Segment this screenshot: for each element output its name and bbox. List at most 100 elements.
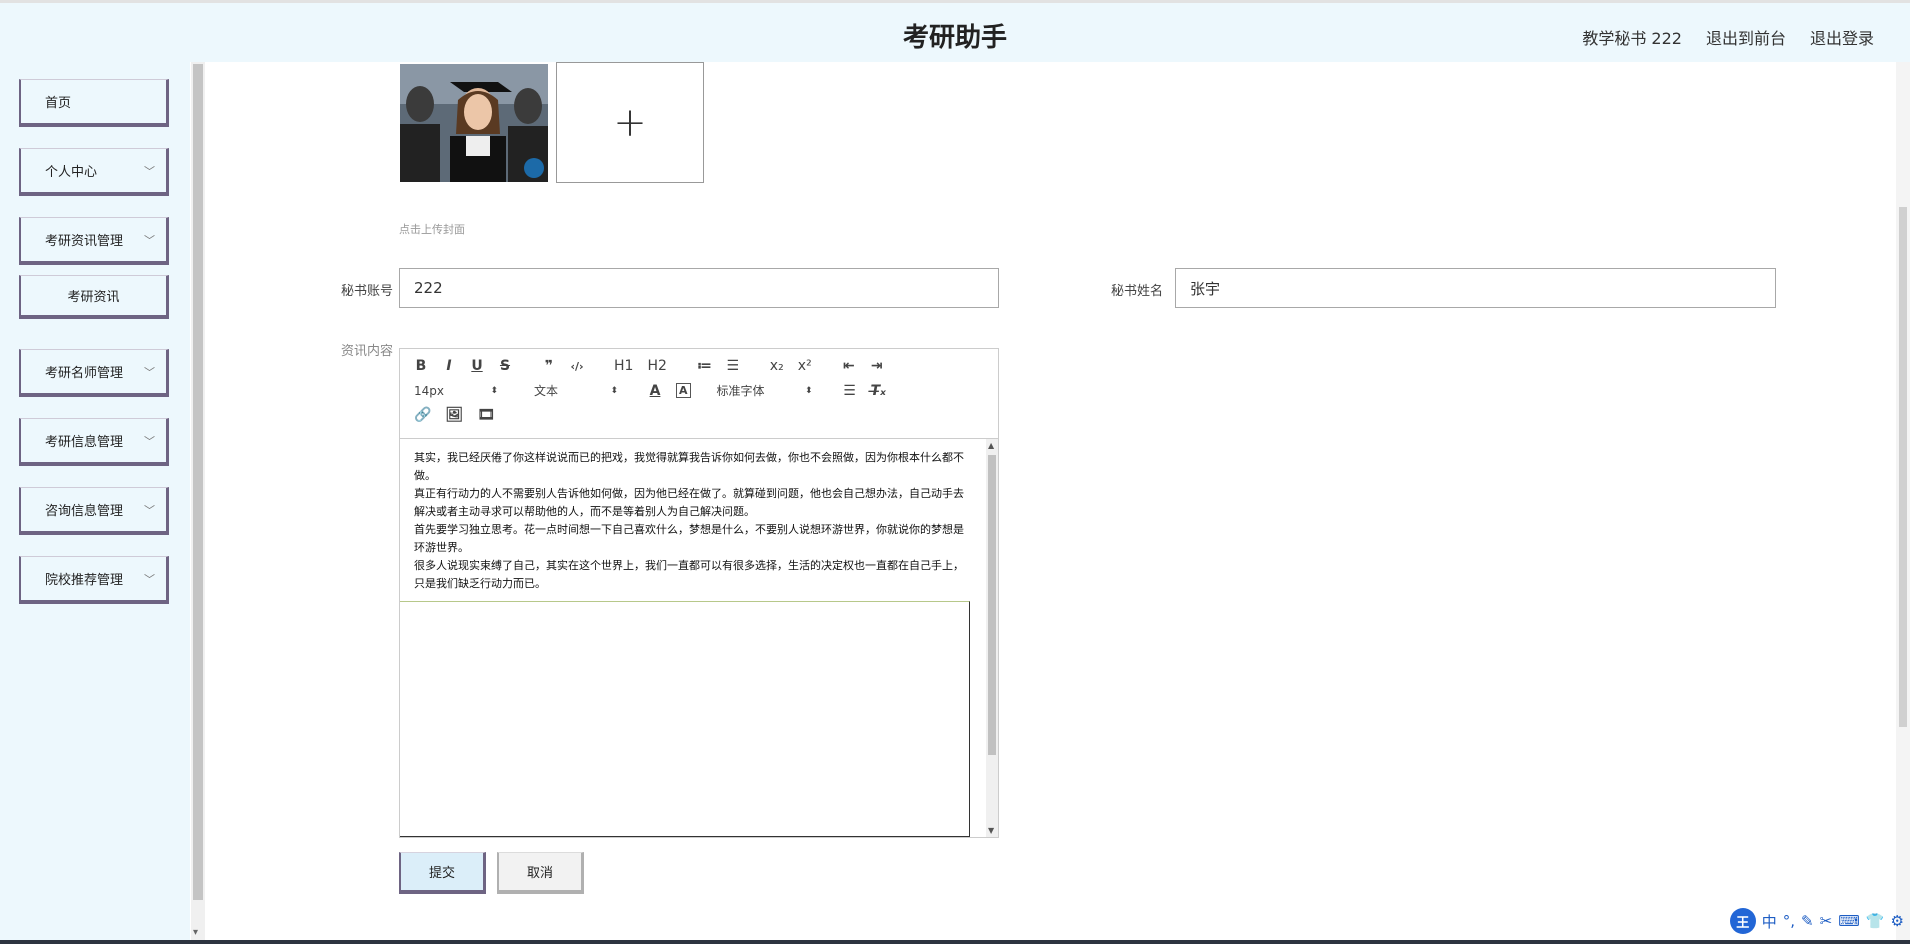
os-taskbar xyxy=(0,940,1910,944)
ime-screenshot-icon[interactable]: ✂ xyxy=(1820,912,1833,930)
bold-icon[interactable]: B xyxy=(414,358,428,374)
exit-to-front-link[interactable]: 退出到前台 xyxy=(1706,25,1786,49)
video-icon[interactable]: 🎞 xyxy=(477,407,495,423)
sidebar-item-personal-center[interactable]: 个人中心 ﹀ xyxy=(19,148,169,196)
sidebar: 首页 个人中心 ﹀ 考研资讯管理 ﹀ 考研资讯 考研名师管理 ﹀ 考研信息管理 … xyxy=(0,62,205,940)
sidebar-scrollbar-thumb[interactable] xyxy=(193,64,203,900)
indent-icon[interactable]: ⇥ xyxy=(870,358,884,374)
upload-hint: 点击上传封面 xyxy=(399,223,465,236)
account-input[interactable]: 222 xyxy=(399,268,999,308)
scroll-up-arrow-icon[interactable]: ▲ xyxy=(988,441,994,450)
cover-photo-graduate xyxy=(400,64,548,182)
code-block-icon[interactable]: ‹/› xyxy=(570,360,584,373)
chevron-down-icon: ﹀ xyxy=(144,573,155,586)
clear-format-icon[interactable]: T̶ₓ xyxy=(871,383,886,399)
bullet-list-icon[interactable]: ☰ xyxy=(726,358,740,374)
toolbar-row-1: B I U S ❞ ‹/› H1 H2 ≔ ☰ x₂ x² ⇤ ⇥ xyxy=(414,358,898,374)
toolbar-row-3: 🔗 🖼 🎞 xyxy=(414,407,509,423)
content-paragraph: 其实，我已经厌倦了你这样说说而已的把戏，我觉得就算我告诉你如何去做，你也不会照做… xyxy=(414,451,964,482)
sidebar-item-label: 首页 xyxy=(45,96,72,111)
logout-link[interactable]: 退出登录 xyxy=(1810,25,1874,49)
chevron-down-icon: ﹀ xyxy=(144,234,155,247)
sidebar-subitem-news[interactable]: 考研资讯 xyxy=(19,275,169,319)
block-type-value: 文本 xyxy=(534,384,559,398)
ime-punctuation-icon[interactable]: °, xyxy=(1783,912,1795,930)
block-type-select[interactable]: 文本 ⬍ xyxy=(534,382,618,399)
current-user: 教学秘书 222 xyxy=(1582,29,1682,48)
page-scrollbar-thumb[interactable] xyxy=(1899,207,1907,727)
cancel-button[interactable]: 取消 xyxy=(497,852,584,894)
ime-logo-icon[interactable]: 王 xyxy=(1729,908,1756,934)
header-actions: 教学秘书 222 退出到前台 退出登录 xyxy=(1582,25,1874,49)
sidebar-item-school-recommend[interactable]: 院校推荐管理 ﹀ xyxy=(19,556,169,604)
outdent-icon[interactable]: ⇤ xyxy=(842,358,856,374)
subscript-icon[interactable]: x₂ xyxy=(770,358,784,374)
align-icon[interactable]: ☰ xyxy=(843,383,857,399)
submit-button[interactable]: 提交 xyxy=(399,852,486,894)
heading2-icon[interactable]: H2 xyxy=(647,358,666,374)
upload-cover-button[interactable]: + xyxy=(556,62,704,183)
font-color-icon[interactable]: A xyxy=(648,383,662,399)
name-input-value: 张宇 xyxy=(1190,279,1221,298)
font-size-value: 14px xyxy=(414,383,444,398)
editor-toolbar: B I U S ❞ ‹/› H1 H2 ≔ ☰ x₂ x² ⇤ ⇥ 14px ⬍ xyxy=(400,349,998,439)
italic-icon[interactable]: I xyxy=(442,358,456,374)
chevron-down-icon: ﹀ xyxy=(144,435,155,448)
account-label: 秘书账号 xyxy=(340,284,393,299)
ime-mode-toggle[interactable]: 中 xyxy=(1762,911,1777,932)
link-icon[interactable]: 🔗 xyxy=(414,407,431,423)
plus-icon: + xyxy=(613,99,647,146)
heading1-icon[interactable]: H1 xyxy=(614,358,633,374)
image-icon[interactable]: 🖼 xyxy=(445,407,463,423)
select-arrow-icon: ⬍ xyxy=(804,385,813,396)
scroll-down-arrow-icon[interactable]: ▾ xyxy=(193,927,198,938)
name-label: 秘书姓名 xyxy=(1110,284,1163,299)
ordered-list-icon[interactable]: ≔ xyxy=(697,358,712,374)
ime-handwrite-icon[interactable]: ✎ xyxy=(1801,912,1814,930)
name-input[interactable]: 张宇 xyxy=(1175,268,1776,308)
sidebar-item-label: 咨询信息管理 xyxy=(45,504,124,519)
sidebar-item-teacher-management[interactable]: 考研名师管理 ﹀ xyxy=(19,349,169,397)
sidebar-scrollbar[interactable]: ▾ xyxy=(191,62,205,940)
editor-scrollbar-thumb[interactable] xyxy=(988,455,996,755)
content-paragraph: 真正有行动力的人不需要别人告诉他如何做，因为他已经在做了。就算碰到问题，他也会自… xyxy=(414,487,964,518)
ime-settings-icon[interactable]: ⚙ xyxy=(1891,912,1904,930)
scroll-down-arrow-icon[interactable]: ▼ xyxy=(988,826,994,835)
blockquote-icon[interactable]: ❞ xyxy=(542,358,556,374)
sidebar-item-label: 考研资讯管理 xyxy=(45,234,124,249)
font-family-value: 标准字体 xyxy=(716,384,765,398)
sidebar-item-consult-management[interactable]: 咨询信息管理 ﹀ xyxy=(19,487,169,535)
chevron-down-icon: ﹀ xyxy=(144,165,155,178)
embedded-image-frame xyxy=(400,601,970,837)
content-paragraph: 首先要学习独立思考。花一点时间想一下自己喜欢什么，梦想是什么，不要别人说想环游世… xyxy=(414,523,964,554)
font-size-select[interactable]: 14px ⬍ xyxy=(414,384,498,398)
underline-icon[interactable]: U xyxy=(470,358,484,374)
content-paragraph: 很多人说现实束缚了自己，其实在这个世界上，我们一直都可以有很多选择，生活的决定权… xyxy=(414,559,964,590)
superscript-icon[interactable]: x² xyxy=(798,358,812,374)
editor-content[interactable]: 其实，我已经厌倦了你这样说说而已的把戏，我觉得就算我告诉你如何去做，你也不会照做… xyxy=(400,439,986,837)
font-family-select[interactable]: 标准字体 ⬍ xyxy=(717,382,813,399)
sidebar-item-label: 考研资讯 xyxy=(67,290,120,305)
strikethrough-icon[interactable]: S xyxy=(498,358,512,374)
main-content: 封面 + 点击上传封面 秘书账号 222 秘书姓名 张宇 资讯内容 xyxy=(205,62,1910,940)
sidebar-item-home[interactable]: 首页 xyxy=(19,79,169,127)
rich-text-editor: B I U S ❞ ‹/› H1 H2 ≔ ☰ x₂ x² ⇤ ⇥ 14px ⬍ xyxy=(399,348,999,838)
top-header: 考研助手 教学秘书 222 退出到前台 退出登录 xyxy=(0,0,1910,62)
select-arrow-icon: ⬍ xyxy=(610,385,618,396)
account-input-value: 222 xyxy=(414,279,443,297)
ime-toolbar: 王 中 °, ✎ ✂ ⌨ 👕 ⚙ xyxy=(1724,907,1910,935)
content-label: 资讯内容 xyxy=(340,344,393,359)
sidebar-item-info-management[interactable]: 考研信息管理 ﹀ xyxy=(19,418,169,466)
ime-skin-icon[interactable]: 👕 xyxy=(1866,912,1885,930)
sidebar-item-label: 院校推荐管理 xyxy=(45,573,124,588)
ime-keyboard-icon[interactable]: ⌨ xyxy=(1838,912,1860,930)
background-color-icon[interactable]: A xyxy=(676,383,691,398)
chevron-down-icon: ﹀ xyxy=(144,504,155,517)
sidebar-item-news-management[interactable]: 考研资讯管理 ﹀ xyxy=(19,217,169,265)
sidebar-item-label: 考研信息管理 xyxy=(45,435,124,450)
editor-scrollbar[interactable]: ▲ ▼ xyxy=(986,439,998,837)
sidebar-item-label: 考研名师管理 xyxy=(45,366,124,381)
sidebar-item-label: 个人中心 xyxy=(45,165,98,180)
cover-image[interactable] xyxy=(400,64,548,182)
page-scrollbar[interactable] xyxy=(1896,62,1910,940)
